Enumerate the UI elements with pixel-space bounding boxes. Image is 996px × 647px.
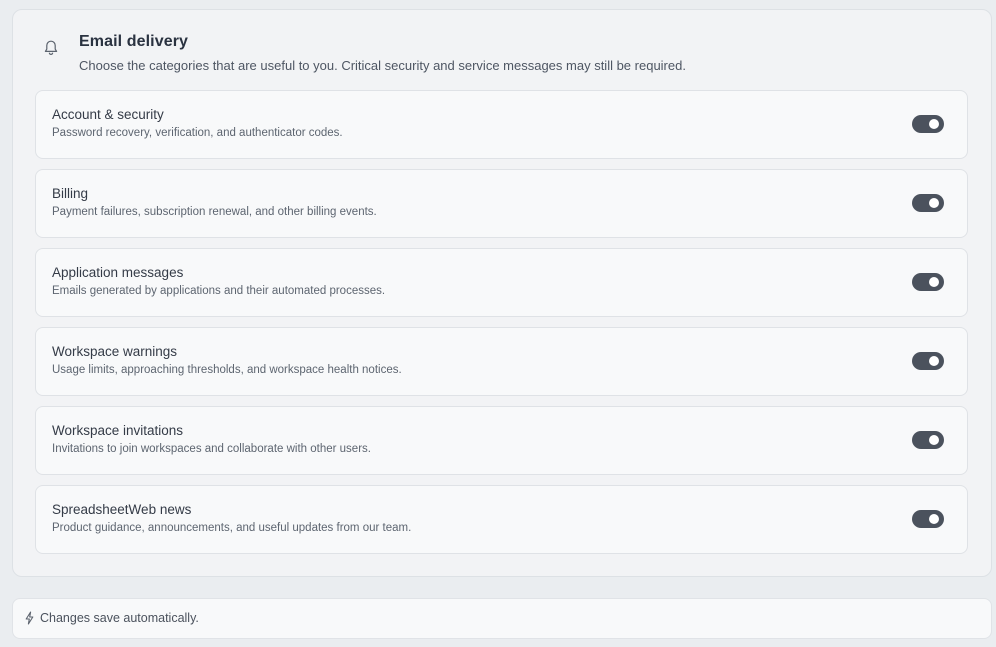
autosave-footer: Changes save automatically. <box>12 598 992 639</box>
application-messages-toggle[interactable] <box>912 273 944 291</box>
category-description: Product guidance, announcements, and use… <box>52 522 412 534</box>
panel-header: Email delivery Choose the categories tha… <box>13 10 991 90</box>
category-label: Application messages <box>52 265 184 280</box>
category-label: Account & security <box>52 107 164 122</box>
account-security-toggle[interactable] <box>912 115 944 133</box>
category-row-workspace-invitations: Workspace invitations Invitations to joi… <box>35 406 968 475</box>
email-delivery-panel: Email delivery Choose the categories tha… <box>12 9 992 577</box>
billing-toggle[interactable] <box>912 194 944 212</box>
workspace-invitations-toggle[interactable] <box>912 431 944 449</box>
category-row-workspace-warnings: Workspace warnings Usage limits, approac… <box>35 327 968 396</box>
workspace-warnings-toggle[interactable] <box>912 352 944 370</box>
category-label: SpreadsheetWeb news <box>52 502 192 517</box>
category-description: Payment failures, subscription renewal, … <box>52 206 377 218</box>
category-row-billing: Billing Payment failures, subscription r… <box>35 169 968 238</box>
category-description: Emails generated by applications and the… <box>52 285 386 297</box>
category-description: Password recovery, verification, and aut… <box>52 127 343 139</box>
panel-subtitle: Choose the categories that are useful to… <box>79 58 686 73</box>
category-label: Workspace warnings <box>52 344 178 359</box>
category-description: Invitations to join workspaces and colla… <box>52 443 371 455</box>
toggle-knob <box>929 435 939 445</box>
category-label: Billing <box>52 186 89 201</box>
toggle-knob <box>929 198 939 208</box>
category-row-application-messages: Application messages Emails generated by… <box>35 248 968 317</box>
category-row-spreadsheetweb-news: SpreadsheetWeb news Product guidance, an… <box>35 485 968 554</box>
category-row-account-security: Account & security Password recovery, ve… <box>35 90 968 159</box>
panel-title: Email delivery <box>79 33 189 50</box>
spreadsheetweb-news-toggle[interactable] <box>912 510 944 528</box>
category-label: Workspace invitations <box>52 423 184 438</box>
toggle-knob <box>929 514 939 524</box>
toggle-knob <box>929 119 939 129</box>
category-description: Usage limits, approaching thresholds, an… <box>52 364 402 376</box>
toggle-knob <box>929 277 939 287</box>
autosave-text: Changes save automatically. <box>40 611 199 625</box>
bell-icon <box>44 40 58 56</box>
toggle-knob <box>929 356 939 366</box>
lightning-icon <box>25 611 34 625</box>
